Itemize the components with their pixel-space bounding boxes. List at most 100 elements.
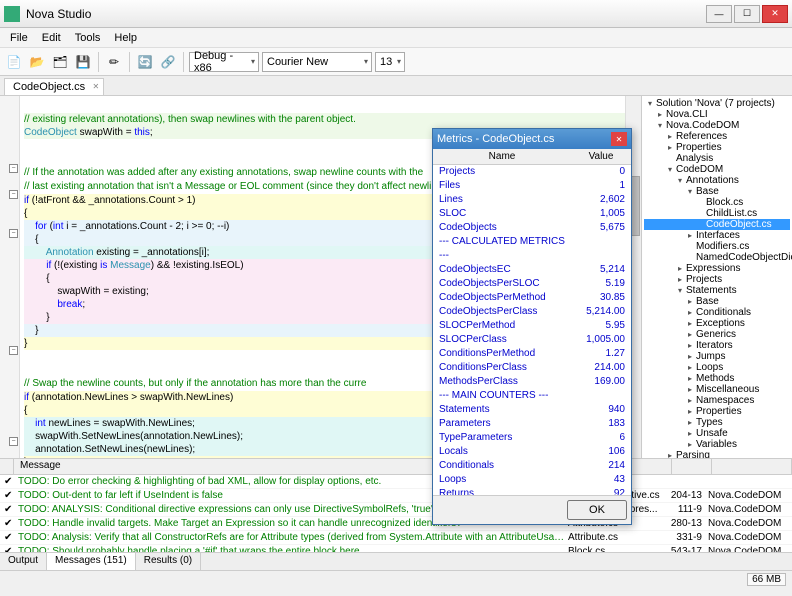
tree-item[interactable]: ▸Properties	[644, 406, 790, 417]
dialog-titlebar[interactable]: Metrics - CodeObject.cs ✕	[433, 129, 631, 149]
col-project[interactable]	[712, 459, 792, 474]
window-close-button[interactable]: ✕	[762, 5, 788, 23]
separator	[183, 52, 184, 72]
tree-item[interactable]: ▸Conditionals	[644, 307, 790, 318]
separator	[98, 52, 99, 72]
metric-row: SLOCPerClass1,005.00	[433, 333, 631, 347]
tree-item[interactable]: Analysis	[644, 153, 790, 164]
menu-file[interactable]: File	[4, 30, 34, 46]
brush-button[interactable]: ✏	[104, 52, 124, 72]
tree-item[interactable]: CodeObject.cs	[644, 219, 790, 230]
messages-tabs: Output Messages (151) Results (0)	[0, 552, 792, 570]
tree-item[interactable]: ▸Miscellaneous	[644, 384, 790, 395]
message-row[interactable]: ✔TODO: Handle invalid targets. Make Targ…	[0, 517, 792, 531]
metric-row: Locals106	[433, 445, 631, 459]
separator	[129, 52, 130, 72]
metric-row: CodeObjectsEC5,214	[433, 263, 631, 277]
window-maximize-button[interactable]: ☐	[734, 5, 760, 23]
fontsize-combo[interactable]: 13	[375, 52, 405, 72]
tree-item[interactable]: ▸Exceptions	[644, 318, 790, 329]
open-button[interactable]: 📂	[27, 52, 47, 72]
col-line[interactable]	[672, 459, 712, 474]
tree-item[interactable]: ▸Interfaces	[644, 230, 790, 241]
tree-item[interactable]: ▾Base	[644, 186, 790, 197]
tree-item[interactable]: ▸Generics	[644, 329, 790, 340]
tab-output[interactable]: Output	[0, 553, 47, 570]
menu-help[interactable]: Help	[108, 30, 143, 46]
tree-item[interactable]: ▸Loops	[644, 362, 790, 373]
message-row[interactable]: ✔TODO: ANALYSIS: Conditional directive e…	[0, 503, 792, 517]
tree-item[interactable]: ▸Unsafe	[644, 428, 790, 439]
tree-item[interactable]: ▸Jumps	[644, 351, 790, 362]
tree-item[interactable]: ▸Nova.CLI	[644, 109, 790, 120]
menu-edit[interactable]: Edit	[36, 30, 67, 46]
metrics-col-value: Value	[571, 149, 631, 164]
config-combo[interactable]: Debug - x86	[189, 52, 259, 72]
solution-explorer[interactable]: ▾Solution 'Nova' (7 projects) ▸Nova.CLI▾…	[642, 96, 792, 458]
document-tab[interactable]: CodeObject.cs ✕	[4, 78, 104, 95]
tree-root[interactable]: ▾Solution 'Nova' (7 projects)	[644, 98, 790, 109]
metric-row: CodeObjectsPerMethod30.85	[433, 291, 631, 305]
save-button[interactable]: 💾	[73, 52, 93, 72]
tree-item[interactable]: ▸References	[644, 131, 790, 142]
metric-row: CodeObjectsPerSLOC5.19	[433, 277, 631, 291]
message-row[interactable]: ✔TODO: Analysis: Verify that all Constru…	[0, 531, 792, 545]
tree-item[interactable]: ▸Expressions	[644, 263, 790, 274]
message-row[interactable]: ✔TODO: Should probably handle placing a …	[0, 545, 792, 552]
tree-item[interactable]: ▾Annotations	[644, 175, 790, 186]
tree-item[interactable]: ▾CodeDOM	[644, 164, 790, 175]
metric-row: ConditionsPerMethod1.27	[433, 347, 631, 361]
new-button[interactable]: 📄	[4, 52, 24, 72]
close-tab-icon[interactable]: ✕	[92, 82, 99, 91]
window-title: Nova Studio	[26, 7, 706, 21]
tree-item[interactable]: ▸Types	[644, 417, 790, 428]
metric-row: Statements940	[433, 403, 631, 417]
menu-tools[interactable]: Tools	[69, 30, 107, 46]
ok-button[interactable]: OK	[567, 500, 627, 520]
window-titlebar: Nova Studio — ☐ ✕	[0, 0, 792, 28]
tab-results[interactable]: Results (0)	[136, 553, 201, 570]
link-button[interactable]: 🔗	[158, 52, 178, 72]
metric-row: Lines2,602	[433, 193, 631, 207]
metric-row: Files1	[433, 179, 631, 193]
messages-header: Message	[0, 459, 792, 475]
tree-item[interactable]: ▸Methods	[644, 373, 790, 384]
tree-item[interactable]: ChildList.cs	[644, 208, 790, 219]
tree-item[interactable]: ▸Projects	[644, 274, 790, 285]
message-row[interactable]: ✔TODO: Out-dent to far left if UseIndent…	[0, 489, 792, 503]
menu-bar: File Edit Tools Help	[0, 28, 792, 48]
tree-item[interactable]: ▸Iterators	[644, 340, 790, 351]
dialog-close-button[interactable]: ✕	[611, 132, 627, 146]
refresh-button[interactable]: 🔄	[135, 52, 155, 72]
document-tabs: CodeObject.cs ✕	[0, 76, 792, 96]
open-folder-button[interactable]: 🗂	[50, 52, 70, 72]
tree-item[interactable]: ▸Variables	[644, 439, 790, 450]
tab-messages[interactable]: Messages (151)	[47, 553, 136, 570]
metric-row: --- CALCULATED METRICS ---	[433, 235, 631, 263]
window-minimize-button[interactable]: —	[706, 5, 732, 23]
metrics-dialog: Metrics - CodeObject.cs ✕ Name Value Pro…	[432, 128, 632, 525]
metric-row: CodeObjectsPerClass5,214.00	[433, 305, 631, 319]
messages-panel: Message ✔TODO: Do error checking & highl…	[0, 458, 792, 570]
metrics-list[interactable]: Projects0Files1Lines2,602SLOC1,005CodeOb…	[433, 165, 631, 495]
metric-row: Loops43	[433, 473, 631, 487]
tree-item[interactable]: NamedCodeObjectDictionary.cs	[644, 252, 790, 263]
font-combo[interactable]: Courier New	[262, 52, 372, 72]
tree-item[interactable]: Modifiers.cs	[644, 241, 790, 252]
tree-item[interactable]: ▸Namespaces	[644, 395, 790, 406]
metric-row: ConditionsPerClass214.00	[433, 361, 631, 375]
metric-row: TypeParameters6	[433, 431, 631, 445]
memory-indicator: 66 MB	[747, 573, 786, 586]
tree-item[interactable]: Block.cs	[644, 197, 790, 208]
messages-list[interactable]: ✔TODO: Do error checking & highlighting …	[0, 475, 792, 552]
tree-item[interactable]: ▸Parsing	[644, 450, 790, 458]
metric-row: --- MAIN COUNTERS ---	[433, 389, 631, 403]
tree-item[interactable]: ▾Statements	[644, 285, 790, 296]
tree-item[interactable]: ▸Base	[644, 296, 790, 307]
metric-row: Parameters183	[433, 417, 631, 431]
message-row[interactable]: ✔TODO: Do error checking & highlighting …	[0, 475, 792, 489]
tree-item[interactable]: ▸Properties	[644, 142, 790, 153]
tree-item[interactable]: ▾Nova.CodeDOM	[644, 120, 790, 131]
metrics-col-name: Name	[433, 149, 571, 164]
metric-row: MethodsPerClass169.00	[433, 375, 631, 389]
